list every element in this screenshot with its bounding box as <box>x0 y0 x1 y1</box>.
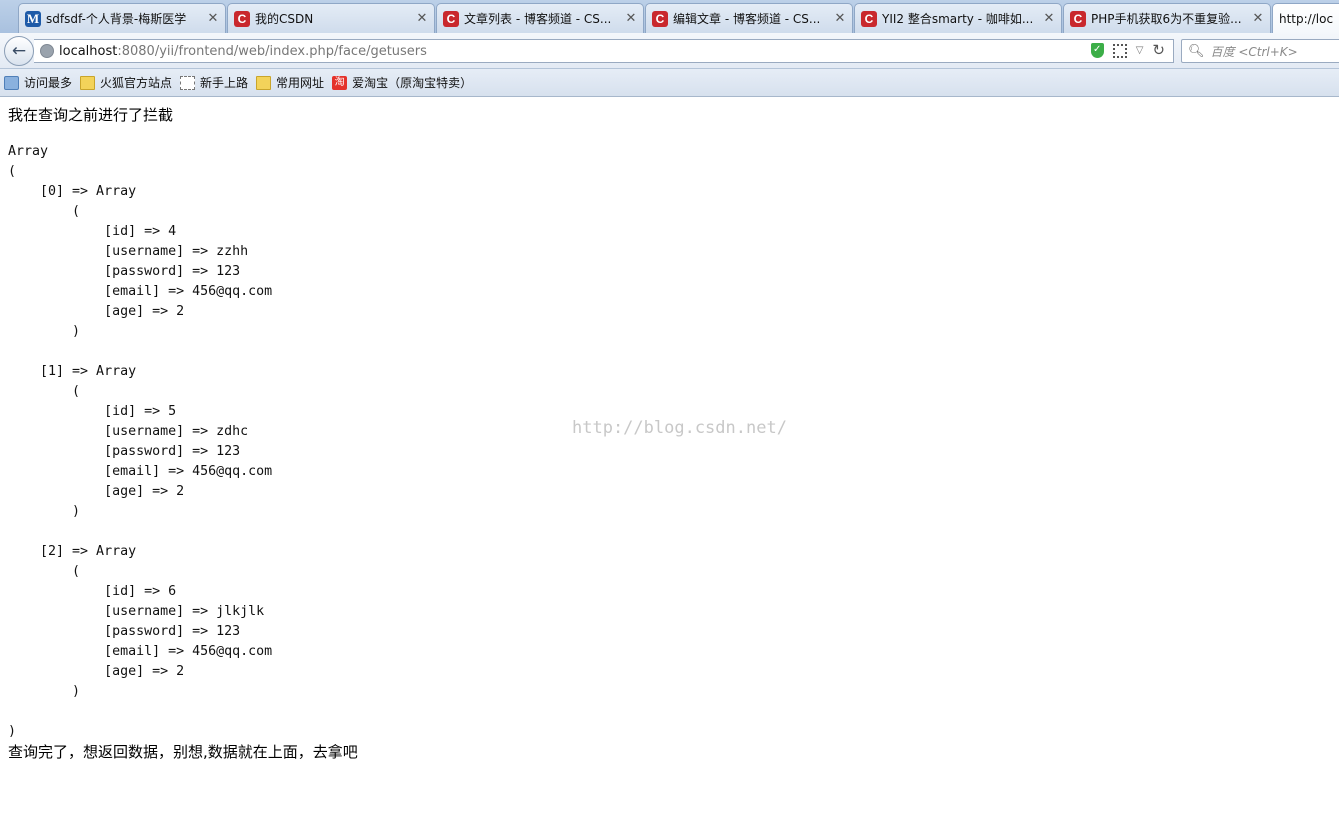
tab-active-localhost[interactable]: http://loc <box>1272 3 1339 33</box>
intercept-message: 我在查询之前进行了拦截 <box>8 106 174 124</box>
bookmarks-bar: 访问最多 火狐官方站点 新手上路 常用网址 淘 爱淘宝（原淘宝特卖） <box>0 69 1339 97</box>
folder-icon <box>80 75 96 90</box>
csdn-favicon-icon: C <box>234 10 250 27</box>
csdn-favicon-icon: C <box>443 10 459 27</box>
blank-page-icon <box>180 75 196 90</box>
watermark: http://blog.csdn.net/ <box>572 418 787 438</box>
meisi-favicon-icon: M <box>25 10 41 27</box>
tab-meisi[interactable]: M sdfsdf-个人背景-梅斯医学 ✕ <box>18 3 226 33</box>
shield-icon[interactable]: ✓ <box>1090 43 1104 58</box>
back-arrow-icon: ← <box>11 41 27 61</box>
tab-article-list[interactable]: C 文章列表 - 博客频道 - CS... ✕ <box>436 3 644 33</box>
done-message: 查询完了，想返回数据，别想,数据就在上面，去拿吧 <box>8 743 358 761</box>
close-tab-icon[interactable]: ✕ <box>207 11 219 26</box>
tab-yii2-smarty[interactable]: C YII2 整合smarty - 咖啡如... ✕ <box>854 3 1062 33</box>
taobao-icon: 淘 <box>332 75 348 90</box>
array-dump: Array ( [0] => Array ( [id] => 4 [userna… <box>8 144 273 739</box>
bookmark-common-sites[interactable]: 常用网址 <box>256 74 324 91</box>
dropdown-arrow-icon[interactable]: ▽ <box>1136 45 1144 56</box>
bookmark-label: 访问最多 <box>24 76 73 90</box>
bookmark-label: 常用网址 <box>276 76 325 90</box>
bookmark-aitaobao[interactable]: 淘 爱淘宝（原淘宝特卖） <box>332 74 472 91</box>
csdn-favicon-icon: C <box>652 10 668 27</box>
tab-title: 编辑文章 - 博客频道 - CS... <box>673 12 821 26</box>
csdn-favicon-icon: C <box>1070 10 1086 27</box>
bookmark-firefox-official[interactable]: 火狐官方站点 <box>80 74 172 91</box>
csdn-favicon-icon: C <box>861 10 877 27</box>
bookmark-label: 火狐官方站点 <box>100 76 173 90</box>
tab-title: 文章列表 - 博客频道 - CS... <box>464 12 612 26</box>
tab-strip: M sdfsdf-个人背景-梅斯医学 ✕ C 我的CSDN ✕ C 文章列表 -… <box>0 0 1339 33</box>
most-visited-icon <box>4 75 19 90</box>
close-tab-icon[interactable]: ✕ <box>834 11 846 26</box>
close-tab-icon[interactable]: ✕ <box>625 11 637 26</box>
url-path: :8080/yii/frontend/web/index.php/face/ge… <box>117 43 427 59</box>
search-box[interactable]: 🔍︎ 百度 <Ctrl+K> <box>1181 39 1339 63</box>
folder-icon <box>256 75 272 90</box>
url-host: localhost <box>59 43 118 59</box>
search-placeholder: 百度 <Ctrl+K> <box>1210 44 1298 59</box>
back-button[interactable]: ← <box>4 36 34 66</box>
bookmark-label: 新手上路 <box>200 76 249 90</box>
tab-title: sdfsdf-个人背景-梅斯医学 <box>46 12 187 26</box>
navigation-bar: ← localhost:8080/yii/frontend/web/index.… <box>0 33 1339 69</box>
close-tab-icon[interactable]: ✕ <box>416 11 428 26</box>
tab-title: http://loc <box>1279 12 1334 26</box>
tab-php-verify[interactable]: C PHP手机获取6为不重复验... ✕ <box>1063 3 1271 33</box>
close-tab-icon[interactable]: ✕ <box>1043 11 1055 26</box>
close-tab-icon[interactable]: ✕ <box>1252 11 1264 26</box>
tab-edit-article[interactable]: C 编辑文章 - 博客频道 - CS... ✕ <box>645 3 853 33</box>
qr-code-icon[interactable] <box>1112 43 1127 58</box>
reload-icon[interactable]: ↻ <box>1152 43 1165 58</box>
globe-icon <box>40 44 54 58</box>
tab-title: YII2 整合smarty - 咖啡如... <box>882 12 1034 26</box>
bookmark-label: 爱淘宝（原淘宝特卖） <box>352 76 473 90</box>
bookmark-most-visited[interactable]: 访问最多 <box>4 74 72 91</box>
address-bar-icons: ✓ ▽ ↻ <box>1090 43 1165 58</box>
tab-title: PHP手机获取6为不重复验... <box>1091 12 1242 26</box>
address-bar[interactable]: localhost:8080/yii/frontend/web/index.ph… <box>34 39 1174 63</box>
search-icon: 🔍︎ <box>1188 43 1205 59</box>
tab-title: 我的CSDN <box>255 12 314 26</box>
tab-my-csdn[interactable]: C 我的CSDN ✕ <box>227 3 435 33</box>
bookmark-getting-started[interactable]: 新手上路 <box>180 74 248 91</box>
